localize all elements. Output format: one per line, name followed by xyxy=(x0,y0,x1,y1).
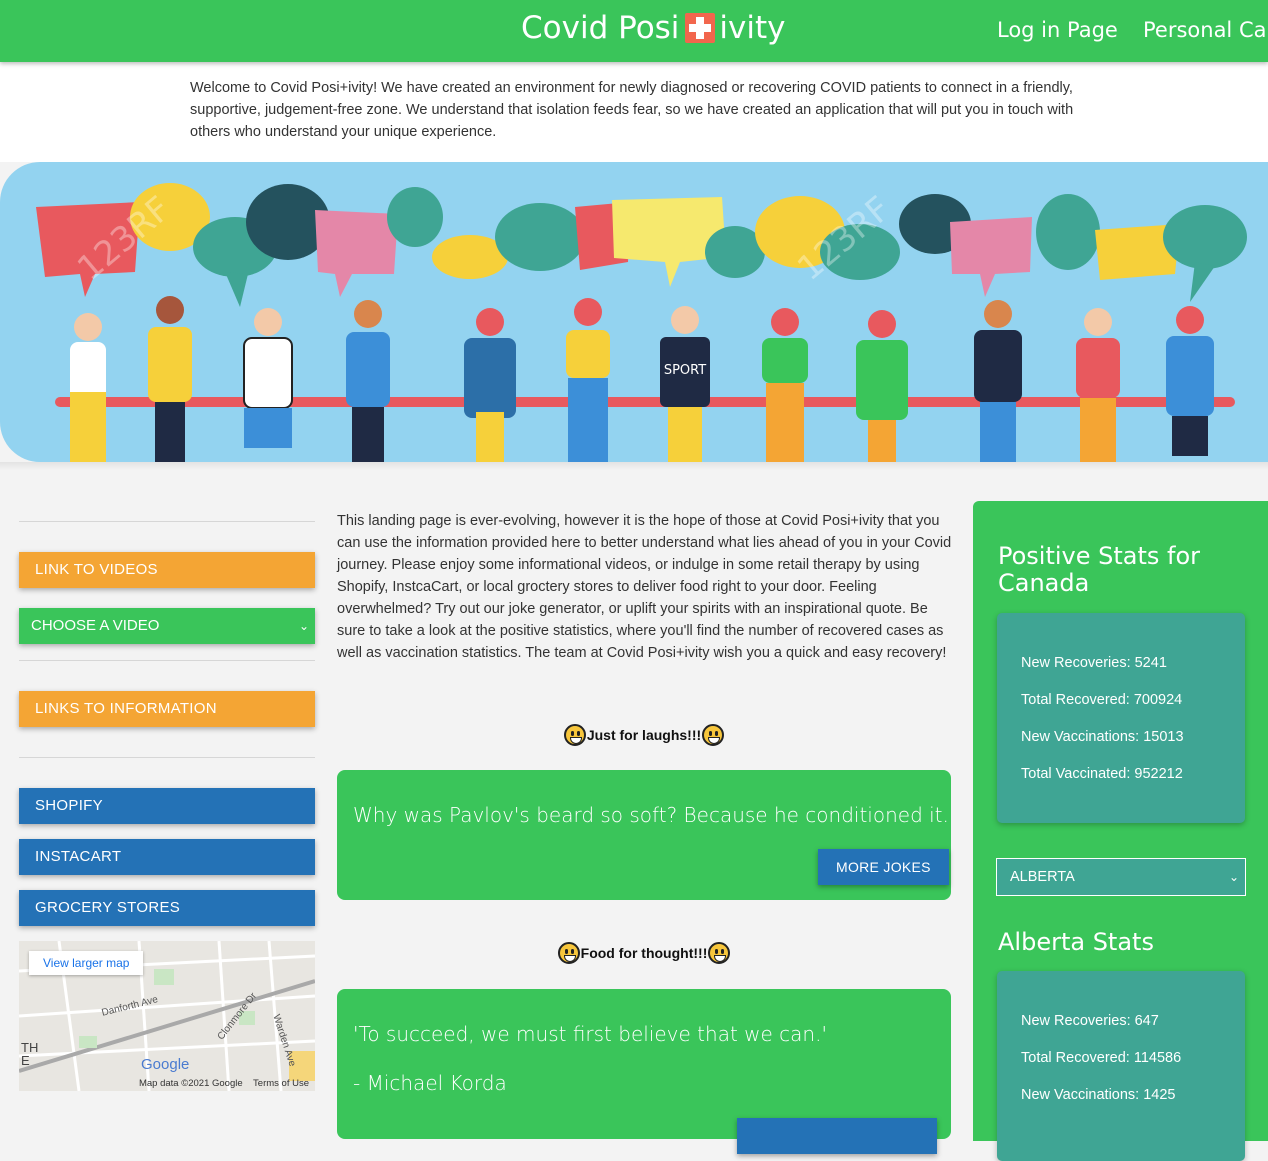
people-holding-hands: SPORT xyxy=(55,296,1235,462)
hero-illustration: SPORT 123RF 123RF xyxy=(36,183,1247,462)
quote-author: - Michael Korda xyxy=(353,1071,507,1095)
quote-card: 'To succeed, we must first believe that … xyxy=(337,989,951,1154)
links-to-information-button[interactable]: LINKS TO INFORMATION xyxy=(19,691,315,727)
province-selected-value: ALBERTA xyxy=(1010,869,1075,885)
shopify-button[interactable]: SHOPIFY xyxy=(19,788,315,824)
brand-text-left: Covid Posi xyxy=(521,10,680,46)
medical-cross-icon xyxy=(685,13,716,43)
instacart-button[interactable]: INSTACART xyxy=(19,839,315,875)
sidebar-divider xyxy=(19,521,315,522)
view-larger-map-link[interactable]: View larger map xyxy=(29,951,144,975)
joke-text: Why was Pavlov's beard so soft? Because … xyxy=(353,803,949,827)
province-stats-box: New Recoveries: 647 Total Recovered: 114… xyxy=(997,971,1245,1161)
more-jokes-button[interactable]: MORE JOKES xyxy=(818,849,949,885)
sport-shirt-text: SPORT xyxy=(664,363,706,378)
choose-video-select[interactable]: CHOOSE A VIDEO ⌄ xyxy=(19,608,315,644)
thought-heading: Food for thought!!! xyxy=(337,942,951,964)
canada-total-vaccinated: Total Vaccinated: 952212 xyxy=(1021,766,1183,782)
map-footer: Map data ©2021 Google Terms of Use xyxy=(139,1078,309,1089)
nav-link-personal-care[interactable]: Personal Care xyxy=(1143,18,1268,42)
canada-new-recoveries: New Recoveries: 5241 xyxy=(1021,655,1167,671)
canada-total-recovered: Total Recovered: 700924 xyxy=(1021,692,1183,708)
thought-title: Food for thought!!! xyxy=(580,945,708,961)
welcome-text: Welcome to Covid Posi+ivity! We have cre… xyxy=(190,80,1074,140)
link-to-videos-button[interactable]: LINK TO VIDEOS xyxy=(19,552,315,588)
joke-card: Why was Pavlov's beard so soft? Because … xyxy=(337,770,951,900)
hero-banner: SPORT 123RF 123RF xyxy=(0,162,1268,462)
province-select[interactable]: ALBERTA ⌄ xyxy=(996,858,1246,896)
speech-bubbles xyxy=(36,183,1247,307)
google-logo: Google xyxy=(141,1056,190,1073)
stats-panel: Positive Stats for Canada New Recoveries… xyxy=(973,501,1268,1161)
laughs-heading: Just for laughs!!! xyxy=(337,724,951,746)
nav-link-login[interactable]: Log in Page xyxy=(997,18,1118,42)
canada-stats-box: New Recoveries: 5241 Total Recovered: 70… xyxy=(997,613,1245,823)
province-new-vaccinations: New Vaccinations: 1425 xyxy=(1021,1087,1176,1103)
map-terms-link[interactable]: Terms of Use xyxy=(253,1078,309,1089)
embedded-map[interactable]: View larger map Danforth Ave Clonmore Dr… xyxy=(19,941,315,1091)
quote-text: 'To succeed, we must first believe that … xyxy=(353,1022,827,1046)
laughs-title: Just for laughs!!! xyxy=(586,727,702,743)
map-area-label: TH E xyxy=(21,1040,39,1068)
province-stats-title: Alberta Stats xyxy=(998,928,1154,956)
welcome-section: Welcome to Covid Posi+ivity! We have cre… xyxy=(0,62,1268,162)
sidebar-divider xyxy=(19,757,315,758)
site-brand[interactable]: Covid Posi ivity xyxy=(521,10,786,46)
province-new-recoveries: New Recoveries: 647 xyxy=(1021,1013,1159,1029)
map-data-credit: Map data ©2021 Google xyxy=(138,1078,243,1089)
smiley-icon xyxy=(708,942,731,964)
province-total-recovered: Total Recovered: 114586 xyxy=(1021,1050,1182,1066)
brand-text-right: ivity xyxy=(719,10,786,46)
smiley-icon xyxy=(557,942,580,964)
smiley-icon xyxy=(563,724,586,746)
chevron-down-icon: ⌄ xyxy=(1228,870,1239,884)
top-navbar: Covid Posi ivity Log in Page Personal Ca… xyxy=(0,0,1268,62)
choose-video-label: CHOOSE A VIDEO xyxy=(31,617,160,634)
sidebar-divider xyxy=(19,660,315,661)
canada-stats-title: Positive Stats for Canada xyxy=(998,542,1201,597)
intro-text: This landing page is ever-evolving, howe… xyxy=(337,513,952,661)
canada-new-vaccinations: New Vaccinations: 15013 xyxy=(1021,729,1184,745)
chevron-down-icon: ⌄ xyxy=(298,619,309,633)
grocery-stores-button[interactable]: GROCERY STORES xyxy=(19,890,315,926)
smiley-icon xyxy=(702,724,725,746)
hero-shadow xyxy=(0,462,1268,470)
more-quotes-button[interactable] xyxy=(737,1118,937,1154)
